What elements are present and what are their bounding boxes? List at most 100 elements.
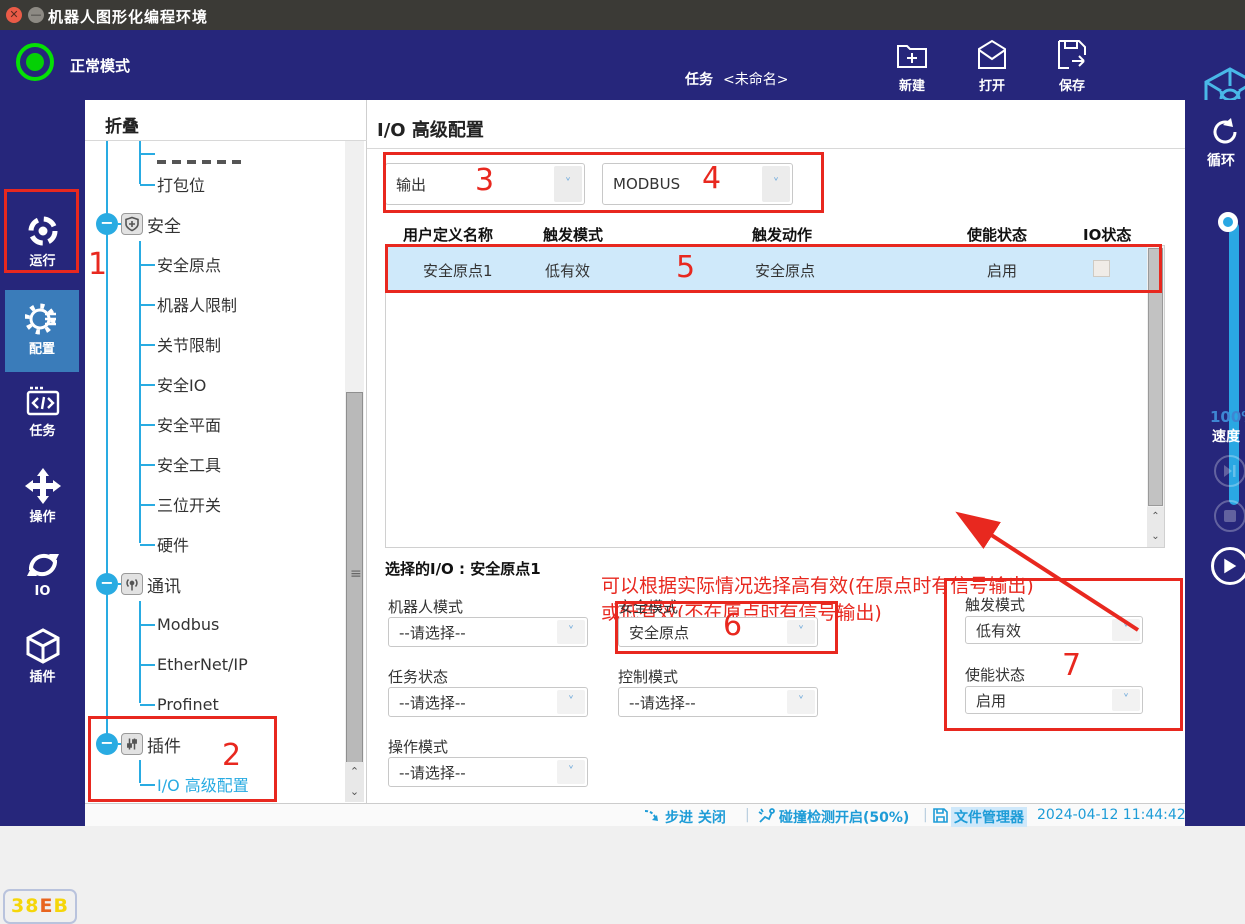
table-scrollbar[interactable]: ⌃ ⌄	[1147, 246, 1164, 547]
table-row[interactable]: 安全原点1 低有效 安全原点 启用	[387, 247, 1147, 291]
step-icon	[643, 808, 661, 828]
file-manager-icon	[933, 808, 948, 827]
divider	[367, 148, 1185, 149]
stop-button[interactable]	[1214, 500, 1245, 532]
sidebar-item-task[interactable]: 任务	[5, 386, 80, 444]
table-scrollbar-thumb[interactable]	[1148, 248, 1163, 506]
chevron-down-icon: ˅	[557, 620, 585, 644]
control-mode-select[interactable]: --请选择--˅	[618, 687, 818, 717]
tree-node-plugin[interactable]: − 插件	[85, 724, 343, 764]
col-header-trigger-mode: 触发模式	[543, 224, 603, 245]
io-state-checkbox[interactable]	[1093, 260, 1110, 277]
chevron-down-icon: ˅	[762, 166, 790, 202]
speed-slider-handle[interactable]	[1218, 212, 1238, 232]
col-header-io-state: IO状态	[1083, 224, 1131, 245]
sidebar-item-run[interactable]: 运行	[5, 214, 80, 272]
status-bar: 步进 关闭 | 碰撞检测开启(50%) | 文件管理器 2024-04-12 1…	[85, 803, 1185, 826]
tree-item-pack-position[interactable]: 打包位	[85, 164, 343, 204]
tree-item-modbus[interactable]: Modbus	[85, 604, 343, 644]
task-state-select[interactable]: --请选择--˅	[388, 687, 588, 717]
chevron-down-icon: ˅	[1112, 689, 1140, 711]
floppy-arrow-icon	[1054, 37, 1090, 73]
step-forward-button[interactable]	[1214, 455, 1245, 487]
tree-node-communication[interactable]: − 通讯	[85, 564, 343, 604]
robot-mode-select[interactable]: --请选择--˅	[388, 617, 588, 647]
tree-item-three-position-switch[interactable]: 三位开关	[85, 484, 343, 524]
left-sidebar: 运行 配置 任务 操作 IO 插件 38EB	[0, 100, 85, 826]
collapse-button[interactable]: 折叠	[105, 112, 139, 137]
scroll-down-icon[interactable]: ⌄	[345, 782, 364, 802]
sidebar-item-plugin[interactable]: 插件	[5, 628, 80, 686]
field-label-trigger-mode: 触发模式	[965, 594, 1025, 615]
mode-label: 正常模式	[70, 55, 130, 76]
play-button[interactable]	[1211, 547, 1245, 585]
collapse-minus-icon[interactable]: −	[96, 213, 118, 235]
io-bus-select[interactable]: MODBUS ˅	[602, 163, 793, 205]
tree-item-joint-limit[interactable]: 关节限制	[85, 324, 343, 364]
col-header-trigger-action: 触发动作	[752, 224, 812, 245]
antenna-icon	[121, 573, 143, 595]
scroll-up-icon[interactable]: ⌃	[1147, 507, 1164, 527]
tree-item-clipped[interactable]	[85, 141, 343, 164]
window-title: 机器人图形化编程环境	[48, 6, 208, 27]
io-table: 安全原点1 低有效 安全原点 启用 ⌃ ⌄ 可以根据实际情况选择高有效(在原点时…	[385, 245, 1165, 548]
collapse-minus-icon[interactable]: −	[96, 573, 118, 595]
status-green-icon	[16, 43, 54, 81]
tree-item-safety-tool[interactable]: 安全工具	[85, 444, 343, 484]
tree-scrollbar-thumb[interactable]	[346, 392, 363, 768]
field-label-task-state: 任务状态	[388, 666, 448, 687]
config-tree: 打包位 − 安全 安全原点 机器人限制 关节限制 安全IO 安全平面 安全工具 …	[85, 141, 343, 801]
sliders-icon	[121, 733, 143, 755]
sidebar-item-config[interactable]: 配置	[5, 290, 79, 372]
field-label-control-mode: 控制模式	[618, 666, 678, 687]
io-direction-select[interactable]: 输出 ˅	[385, 163, 585, 205]
save-button[interactable]: 保存	[1040, 33, 1104, 97]
loop-icon[interactable]	[1209, 116, 1241, 152]
folder-plus-icon	[894, 37, 930, 73]
col-header-name: 用户定义名称	[403, 224, 493, 245]
mail-open-icon	[974, 37, 1010, 73]
tree-item-safety-plane[interactable]: 安全平面	[85, 404, 343, 444]
trigger-mode-select[interactable]: 低有效˅	[965, 616, 1143, 644]
tree-node-safety[interactable]: − 安全	[85, 204, 343, 244]
tree-item-ethernet-ip[interactable]: EtherNet/IP	[85, 644, 343, 684]
speed-label: 速度	[1212, 426, 1240, 446]
cell-name: 安全原点1	[423, 260, 493, 281]
io-advanced-config-panel: I/O 高级配置 输出 ˅ MODBUS ˅ 用户定义名称 触发模式 触发动作 …	[367, 100, 1185, 803]
selected-io-label: 选择的I/O : 安全原点1	[385, 558, 541, 579]
sidebar-item-operate[interactable]: 操作	[5, 468, 80, 526]
tree-item-safety-io[interactable]: 安全IO	[85, 364, 343, 404]
right-sidebar: 循环 100% 速度	[1185, 100, 1245, 826]
tree-item-io-advanced-config[interactable]: I/O 高级配置	[85, 764, 343, 801]
collapse-minus-icon[interactable]: −	[96, 733, 118, 755]
task-label: 任务	[685, 72, 713, 88]
close-icon[interactable]: ✕	[6, 7, 22, 23]
operation-mode-select[interactable]: --请选择--˅	[388, 757, 588, 787]
io-cycle-icon	[25, 548, 61, 582]
safety-mode-select[interactable]: 安全原点˅	[618, 617, 818, 647]
open-button[interactable]: 打开	[960, 33, 1024, 97]
scroll-down-icon[interactable]: ⌄	[1147, 527, 1164, 547]
cell-enable-state: 启用	[987, 260, 1017, 281]
field-label-operation-mode: 操作模式	[388, 736, 448, 757]
task-value: <未命名>	[723, 72, 788, 88]
timestamp: 2024-04-12 11:44:42	[1037, 807, 1186, 823]
chevron-down-icon: ˅	[557, 760, 585, 784]
sidebar-item-io[interactable]: IO	[5, 548, 80, 606]
file-manager-button[interactable]: 文件管理器	[951, 807, 1027, 827]
collision-status[interactable]: 碰撞检测开启(50%)	[779, 807, 909, 827]
step-status[interactable]: 步进 关闭	[665, 807, 726, 827]
scroll-up-icon[interactable]: ⌃	[345, 762, 364, 782]
chevron-down-icon: ˅	[787, 690, 815, 714]
chevron-down-icon: ˅	[557, 690, 585, 714]
tree-item-profinet[interactable]: Profinet	[85, 684, 343, 724]
new-button[interactable]: 新建	[880, 33, 944, 97]
tree-scrollbar[interactable]: ⌃ ⌄	[345, 141, 364, 802]
enable-state-select[interactable]: 启用˅	[965, 686, 1143, 714]
app-header: 正常模式 任务<未命名> 配置default* 新建 打开 保存	[0, 30, 1245, 100]
tree-item-safety-home[interactable]: 安全原点	[85, 244, 343, 284]
tree-item-robot-limit[interactable]: 机器人限制	[85, 284, 343, 324]
collision-icon	[757, 807, 775, 828]
minimize-icon[interactable]: —	[28, 7, 44, 23]
tree-item-hardware[interactable]: 硬件	[85, 524, 343, 564]
